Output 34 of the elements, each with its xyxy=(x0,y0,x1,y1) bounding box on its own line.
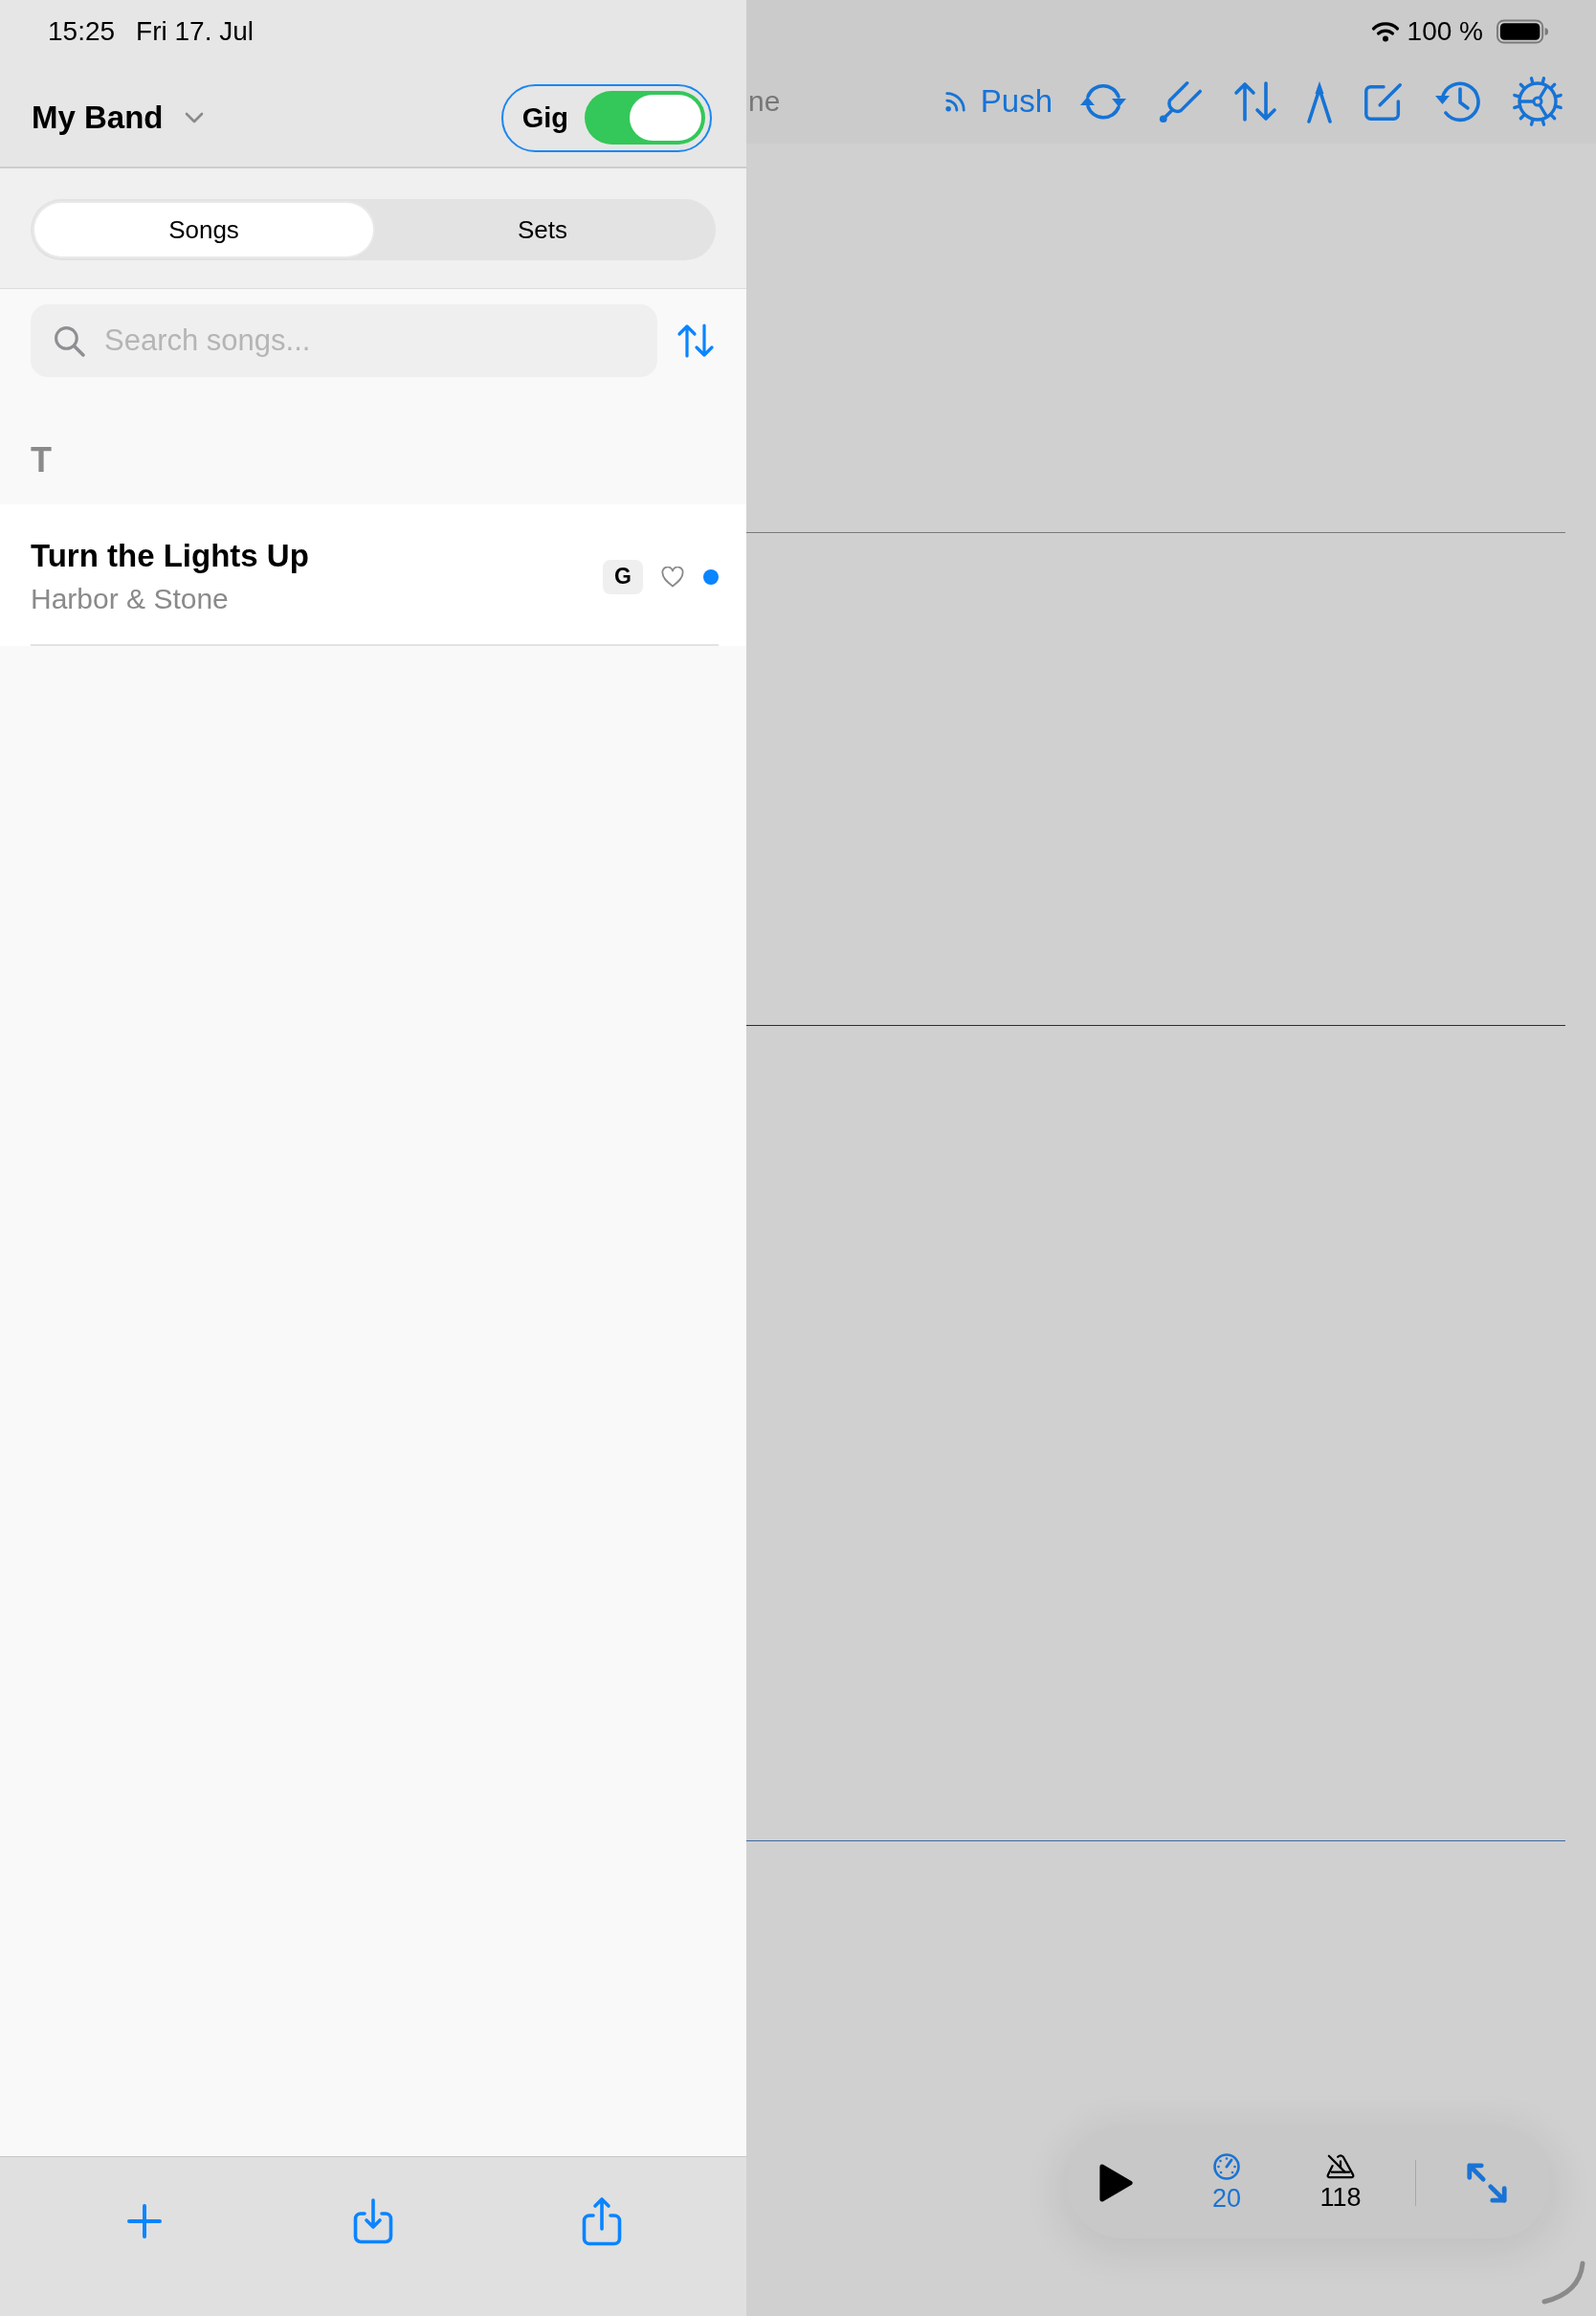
search-field[interactable]: Search songs... xyxy=(31,304,657,377)
search-icon xyxy=(54,325,85,357)
corner-arc-icon xyxy=(1541,2260,1585,2305)
play-icon[interactable] xyxy=(1097,2162,1134,2203)
key-badge: G xyxy=(603,559,643,594)
heart-icon[interactable] xyxy=(661,566,684,588)
song-row[interactable]: Turn the Lights Up Harbor & Stone G xyxy=(0,504,746,646)
up-down-arrows-icon[interactable] xyxy=(1233,81,1277,122)
band-selector[interactable]: My Band xyxy=(32,100,204,136)
rss-icon xyxy=(943,90,967,113)
gig-toggle[interactable]: Gig xyxy=(500,83,712,152)
toggle-switch[interactable] xyxy=(585,91,705,145)
metronome-icon xyxy=(1325,2153,1356,2180)
gauge-icon xyxy=(1212,2152,1241,2181)
section-letter: T xyxy=(31,440,52,479)
document-title: ne xyxy=(748,85,781,118)
battery-icon xyxy=(1496,19,1548,44)
song-artist: Harbor & Stone xyxy=(31,582,229,616)
tempo-button[interactable]: 118 xyxy=(1307,2153,1374,2212)
wifi-icon xyxy=(1370,21,1400,42)
expand-icon[interactable] xyxy=(1465,2160,1509,2205)
download-icon[interactable] xyxy=(353,2198,393,2244)
add-icon[interactable] xyxy=(125,2203,163,2239)
segment-tab[interactable]: Songs xyxy=(34,203,373,256)
status-date: Fri 17. Jul xyxy=(136,16,254,47)
settings-icon[interactable] xyxy=(1511,75,1564,128)
drafting-compass-icon[interactable] xyxy=(1305,79,1334,123)
share-icon[interactable] xyxy=(582,2196,623,2246)
status-time: 15:25 xyxy=(48,16,116,47)
chevron-down-icon xyxy=(184,112,204,123)
segment-tab[interactable]: Sets xyxy=(373,203,712,256)
battery-percent: 100 % xyxy=(1407,16,1483,47)
sort-icon[interactable] xyxy=(676,323,715,358)
song-title: Turn the Lights Up xyxy=(31,537,309,575)
